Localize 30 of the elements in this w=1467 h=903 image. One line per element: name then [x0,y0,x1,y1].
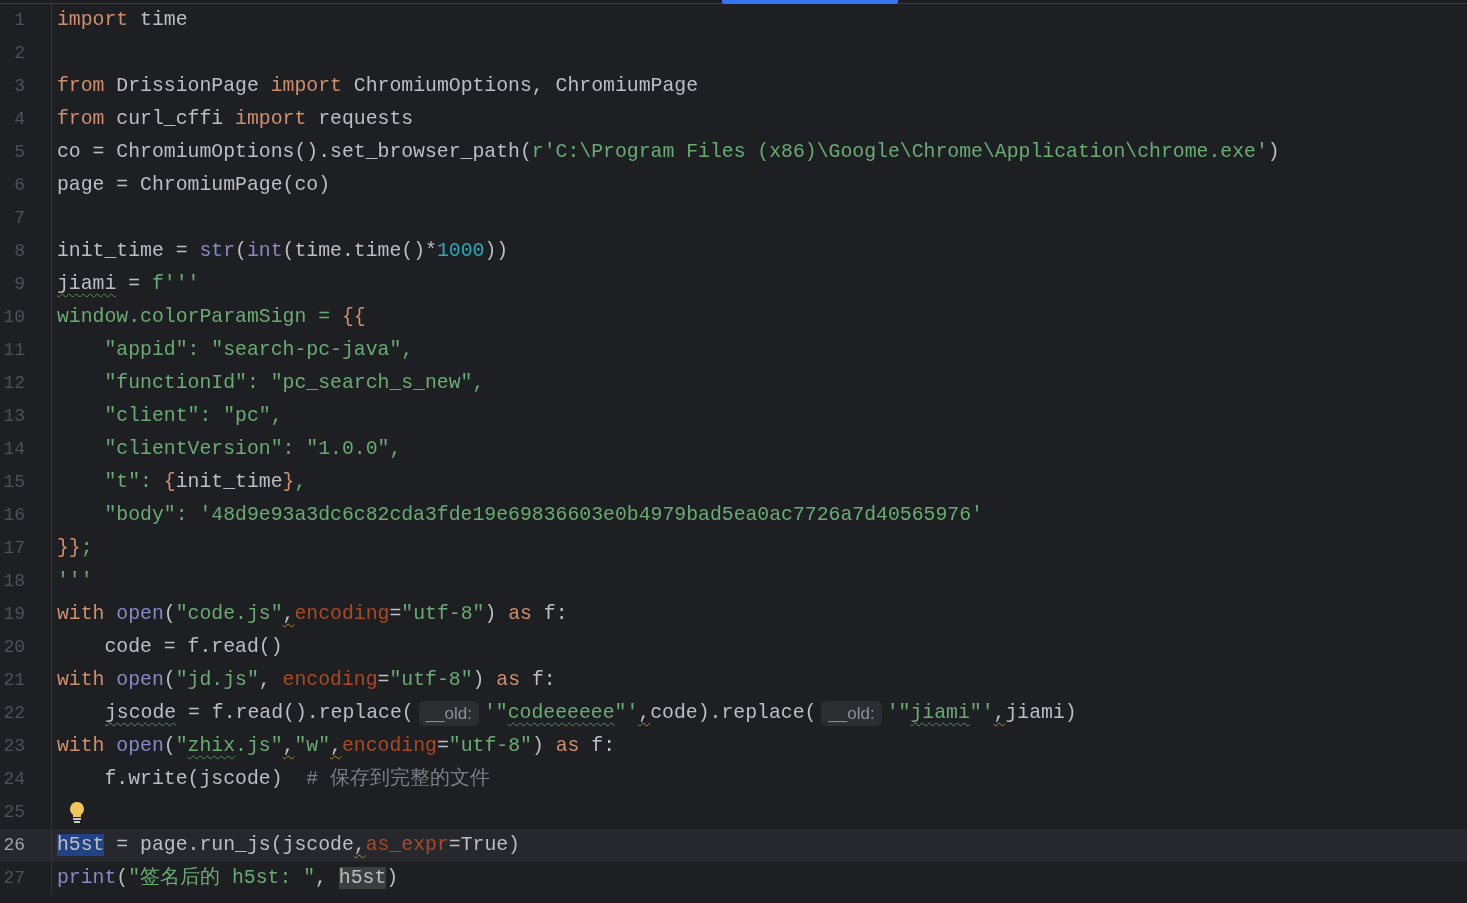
code-text: }}; [57,535,93,561]
code-text: "client": "pc", [103,403,283,429]
code-text: from curl_cffi import requests [57,106,414,132]
code-text: print("签名后的 h5st: ", h5st) [57,865,399,891]
code-text: ''' [57,568,93,594]
code-text: jscode = f.read().replace( [105,700,414,726]
code-text: f.write(jscode) # 保存到完整的文件 [103,766,491,792]
code-text: '"codeeeeee"',code).replace( [484,700,817,726]
parameter-hint: __old: [418,701,479,726]
code-text: init_time = str(int(time.time()*1000)) [57,238,509,264]
code-text: h5st = page.run_js(jscode,as_expr=True) [57,832,520,858]
lightbulb-icon[interactable] [68,800,86,825]
code-text: with open("code.js",encoding="utf-8") as f: [57,601,568,627]
parameter-hint: __old: [821,701,882,726]
code-text: "t": {init_time}, [103,469,307,495]
code-text: "appid": "search-pc-java", [103,337,414,363]
code-text: with open("zhix.js","w",encoding="utf-8") as f: [57,733,615,759]
code-text: "body": '48d9e93a3dc6c82cda3fde19e69836603e0b4979bad5ea0ac7726a7d40565976' [103,502,983,528]
code-text: page = ChromiumPage(co) [57,172,331,198]
code-text: "functionId": "pc_search_s_new", [103,370,485,396]
code-text: window.colorParamSign = {{ [57,304,366,330]
code-text: jiami = f''' [57,271,200,297]
code-text: with open("jd.js", encoding="utf-8") as f: [57,667,556,693]
code-text: "clientVersion": "1.0.0", [103,436,402,462]
code-text: from DrissionPage import ChromiumOptions, ChromiumPage [57,73,699,99]
line-number: 26 [3,834,25,857]
code-text: import time [57,7,188,33]
code-text: co = ChromiumOptions().set_browser_path(r'C:\Program Files (x86)\Google\Chrome\Application\chrome.exe') [57,139,1280,165]
code-text: code = f.read() [103,634,283,660]
code-text: '"jiami"',jiami) [886,700,1077,726]
